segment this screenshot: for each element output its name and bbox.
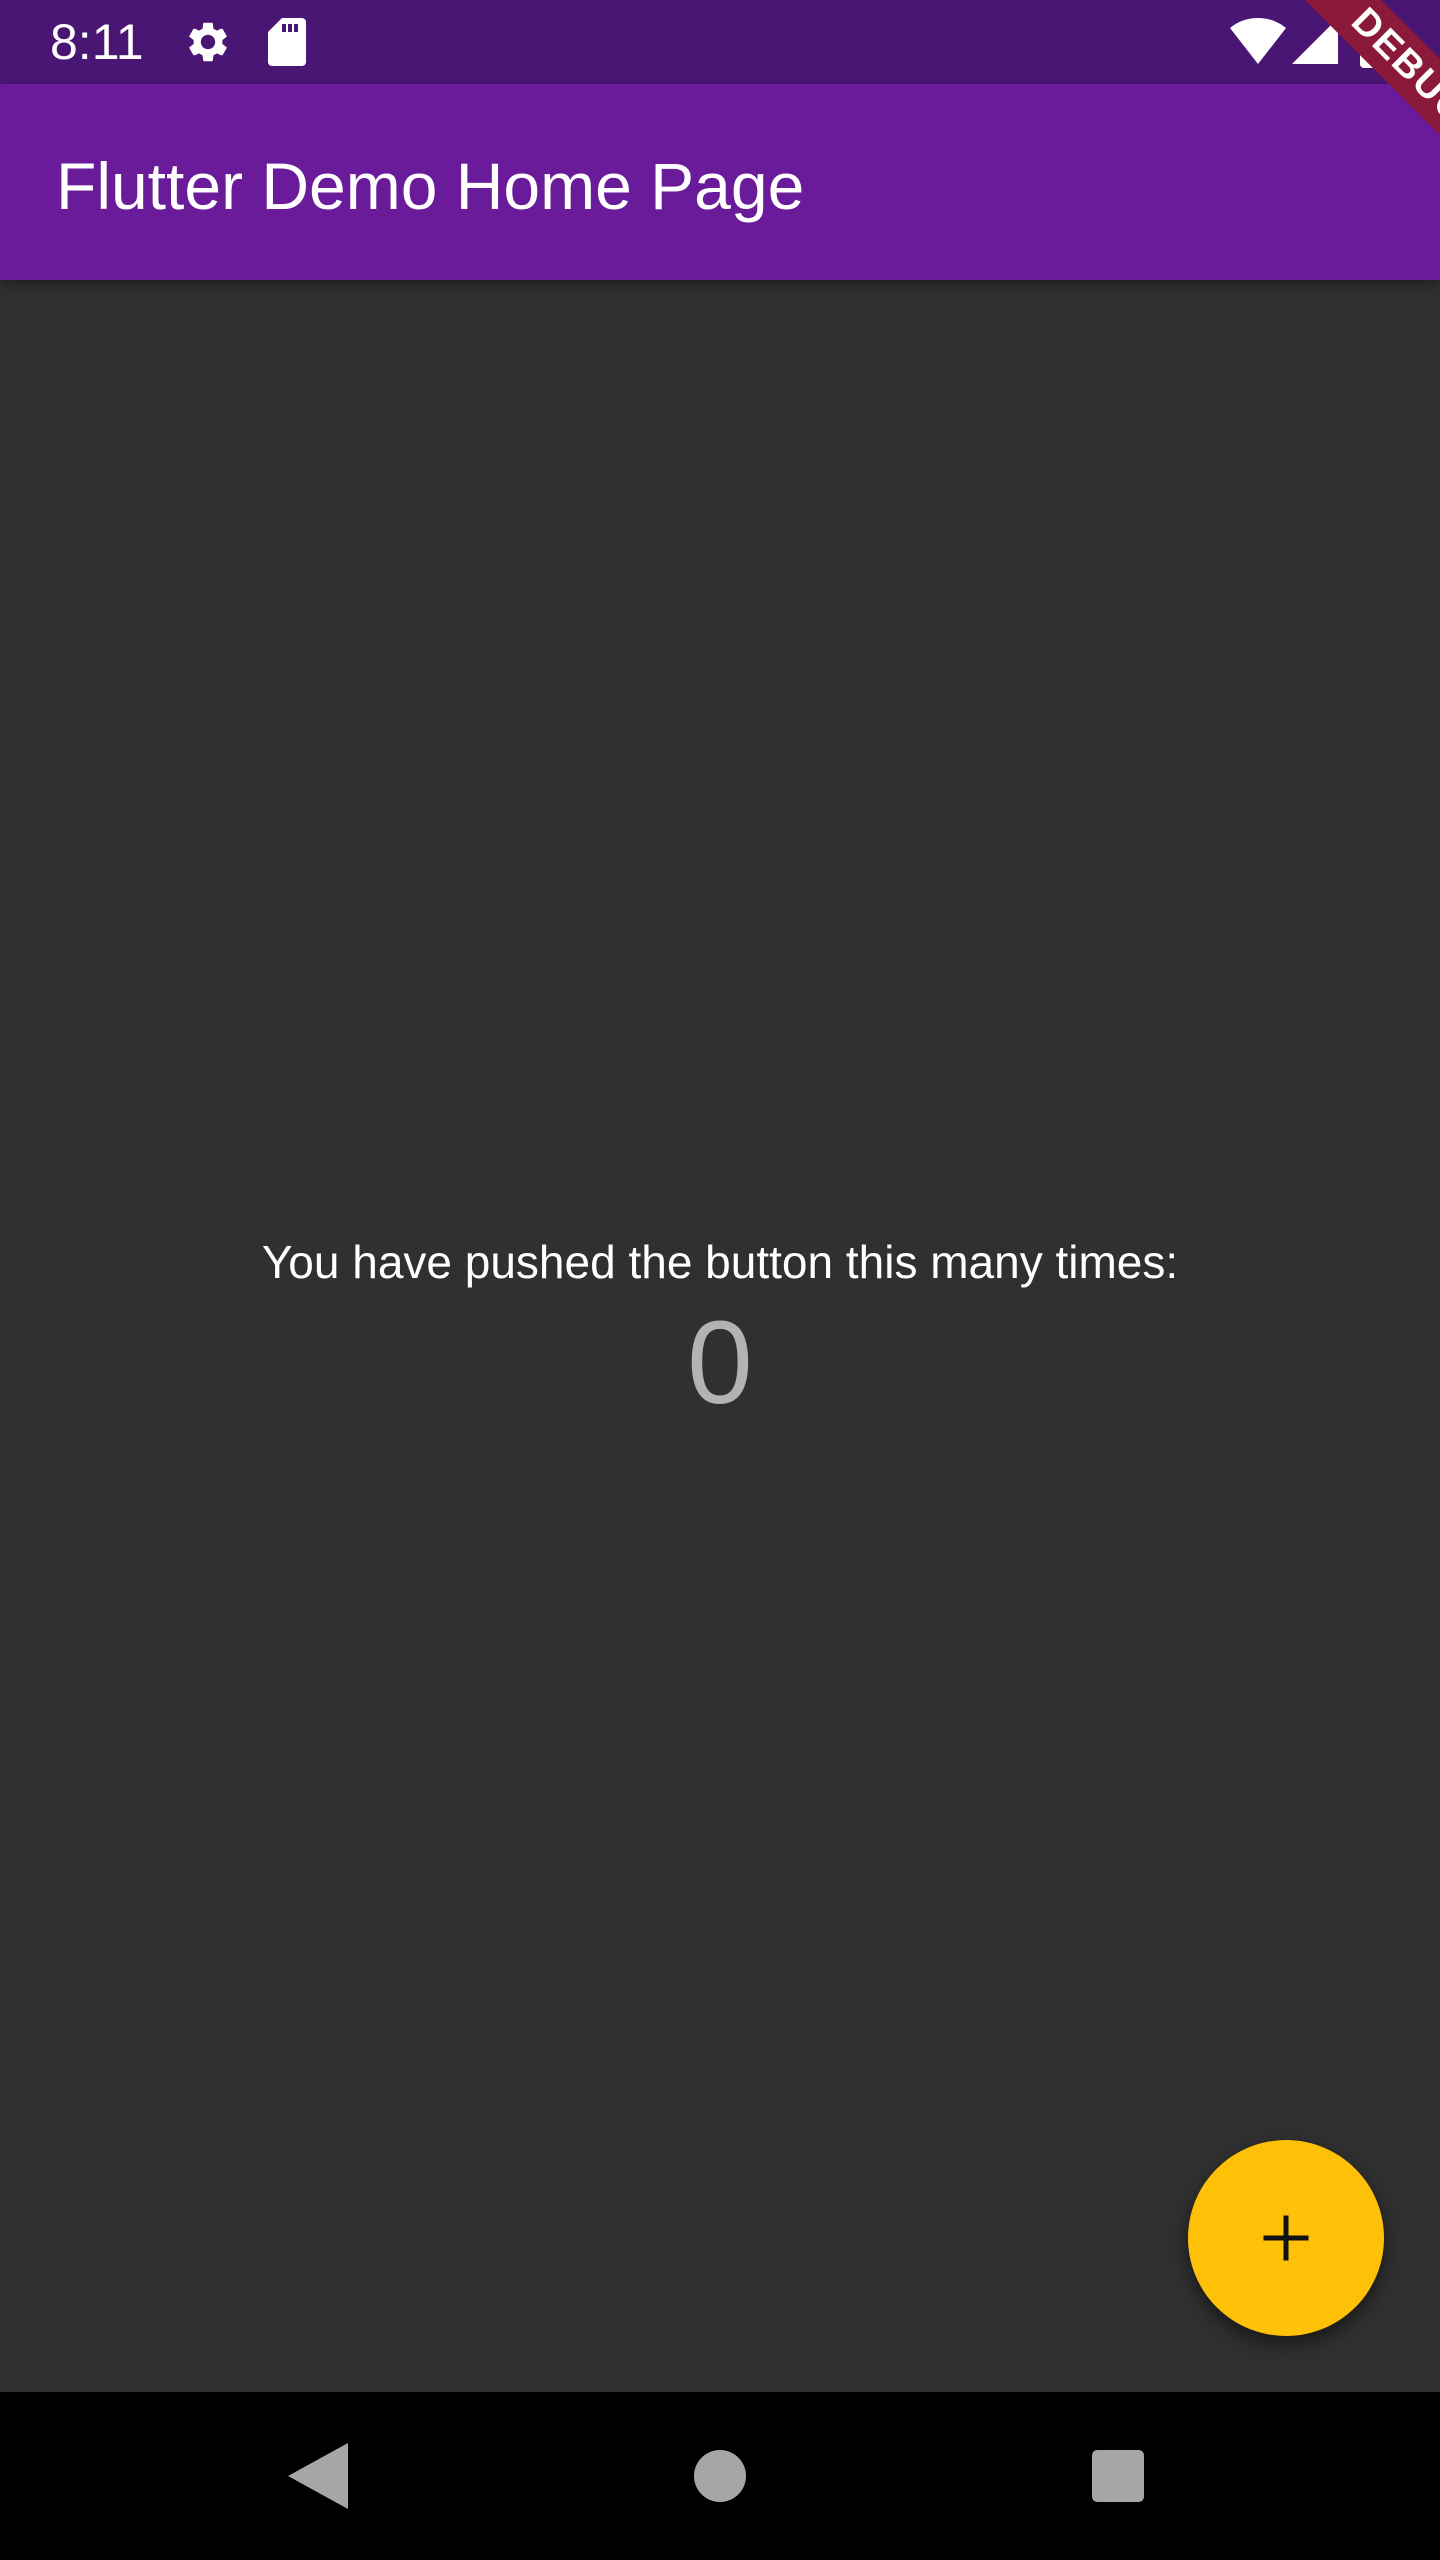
- plus-icon: [1263, 2215, 1309, 2261]
- status-time: 8:11: [50, 14, 144, 70]
- back-button[interactable]: [276, 2434, 360, 2518]
- home-button[interactable]: [678, 2434, 762, 2518]
- increment-button[interactable]: [1188, 2140, 1384, 2336]
- gear-icon: [189, 22, 227, 62]
- counter-label: You have pushed the button this many tim…: [261, 1236, 1179, 1288]
- sd-card-icon: [268, 18, 306, 66]
- main-content: You have pushed the button this many tim…: [0, 280, 1440, 2392]
- home-icon: [694, 2450, 746, 2502]
- app-bar: Flutter Demo Home Page: [0, 84, 1440, 280]
- battery-icon: [1360, 14, 1390, 68]
- back-icon: [288, 2443, 348, 2509]
- recents-icon: [1092, 2450, 1144, 2502]
- wifi-icon: [1230, 18, 1286, 64]
- counter-value: 0: [687, 1297, 753, 1429]
- app-bar-title: Flutter Demo Home Page: [56, 149, 805, 223]
- system-nav-bar: [0, 2392, 1440, 2560]
- recents-button[interactable]: [1076, 2434, 1160, 2518]
- status-bar: 8:11: [0, 0, 1440, 84]
- signal-icon: [1292, 18, 1338, 64]
- screen: 8:11 Flutter Demo Home Page DEBUG You ha…: [0, 0, 1440, 2560]
